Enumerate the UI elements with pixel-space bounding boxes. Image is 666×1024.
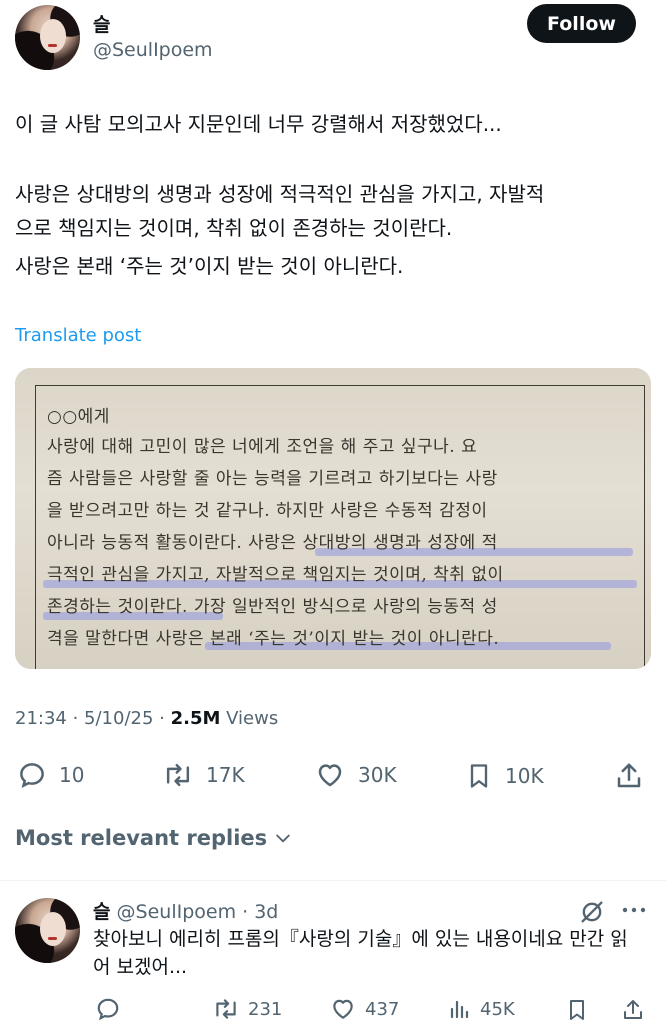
reply-repost-count: 231	[248, 998, 283, 1020]
image-text-line: 즘 사람들은 사랑할 줄 아는 능력을 기르려고 하기보다는 사랑	[47, 469, 498, 489]
reply-like-button[interactable]: 437	[329, 996, 399, 1022]
replies-sort-dropdown[interactable]: Most relevant replies	[15, 826, 293, 850]
post-text-line: 사랑은 상대방의 생명과 성장에 적극적인 관심을 가지고, 자발적	[15, 182, 545, 206]
reply-text-line: 찾아보니 에리히 프롬의『사랑의 기술』에 있는 내용이네요 만간 읽	[93, 928, 628, 950]
share-button[interactable]	[614, 760, 644, 792]
bookmark-icon	[470, 764, 488, 788]
share-icon	[617, 763, 641, 788]
post-time[interactable]: 21:34 · 5/10/25 ·	[15, 708, 171, 729]
like-icon	[333, 999, 353, 1019]
post-text-line: 으로 책임지는 것이며, 착취 없이 존경하는 것이란다.	[15, 216, 453, 240]
reply-views-count: 45K	[480, 998, 515, 1020]
repost-count: 17K	[206, 763, 245, 787]
reply-header: 슬 @SeulIpoem · 3d	[93, 897, 278, 924]
bookmark-count: 10K	[505, 764, 544, 788]
divider	[0, 880, 666, 881]
views-label: Views	[220, 708, 279, 729]
image-text-line: ○○에게	[47, 407, 110, 427]
image-text-line: 사랑에 대해 고민이 많은 너에게 조언을 해 주고 싶구나. 요	[47, 437, 478, 457]
reply-like-count: 437	[365, 998, 400, 1020]
reply-bookmark-button[interactable]	[565, 996, 589, 1024]
like-count: 30K	[358, 763, 397, 787]
replies-sort-label: Most relevant replies	[15, 826, 268, 850]
reply-views-button[interactable]: 45K	[448, 996, 515, 1022]
follow-button[interactable]: Follow	[527, 4, 636, 43]
share-icon	[624, 1000, 642, 1019]
more-icon[interactable]	[621, 904, 647, 916]
translate-post-link[interactable]: Translate post	[15, 325, 141, 346]
image-text-line: 아니라 능동적 활동이란다. 사랑은 상대방의 생명과 성장에 적	[47, 533, 498, 553]
repost-icon	[216, 999, 236, 1019]
image-text-line: 을 받으려고만 하는 것 같구나. 하지만 사랑은 수동적 감정이	[47, 501, 488, 521]
author-handle[interactable]: @SeulIpoem	[93, 39, 213, 61]
post-text-line: 이 글 사탐 모의고사 지문인데 너무 강렬해서 저장했었다...	[15, 112, 502, 136]
post-text-line: 사랑은 본래 ‘주는 것’이지 받는 것이 아니란다.	[15, 254, 404, 278]
reply-icon	[97, 998, 119, 1021]
repost-button[interactable]: 17K	[162, 760, 245, 790]
reply-button[interactable]: 10	[17, 760, 84, 790]
reply-time[interactable]: 3d	[254, 901, 278, 923]
reply-author-handle[interactable]: @SeulIpoem	[117, 901, 237, 923]
reply-reply-button[interactable]	[95, 996, 121, 1022]
image-text-line: 극적인 관심을 가지고, 자발적으로 책임지는 것이며, 착취 없이	[47, 565, 504, 585]
author-avatar[interactable]	[15, 5, 80, 70]
image-text-line: 존경하는 것이란다. 가장 일반적인 방식으로 사랑의 능동적 성	[47, 597, 498, 617]
author-name[interactable]: 슬	[93, 10, 110, 37]
reply-repost-button[interactable]: 231	[212, 996, 282, 1022]
repost-icon	[166, 763, 190, 787]
reply-share-button[interactable]	[621, 996, 645, 1024]
chevron-down-icon	[276, 834, 290, 843]
image-text-line: 격을 말한다면 사랑은 본래 ‘주는 것’이지 받는 것이 아니란다.	[47, 629, 500, 649]
reply-separator: ·	[236, 901, 255, 923]
post-timestamp: 21:34 · 5/10/25 · 2.5M Views	[15, 708, 278, 729]
views-icon	[450, 1000, 469, 1019]
reply-icon	[20, 763, 44, 788]
post-image[interactable]: ○○에게 사랑에 대해 고민이 많은 너에게 조언을 해 주고 싶구나. 요 즘…	[15, 368, 651, 669]
views-count: 2.5M	[170, 708, 221, 729]
bookmark-button[interactable]: 10K	[465, 760, 544, 792]
bookmark-icon	[570, 1000, 584, 1020]
like-button[interactable]: 30K	[314, 760, 397, 790]
reply-author-avatar[interactable]	[15, 898, 80, 963]
like-icon	[318, 764, 342, 787]
reply-text-line: 어 보겠어...	[93, 956, 188, 978]
reply-author-name[interactable]: 슬	[93, 901, 110, 923]
grok-icon[interactable]	[578, 898, 606, 926]
reply-count: 10	[59, 763, 85, 787]
